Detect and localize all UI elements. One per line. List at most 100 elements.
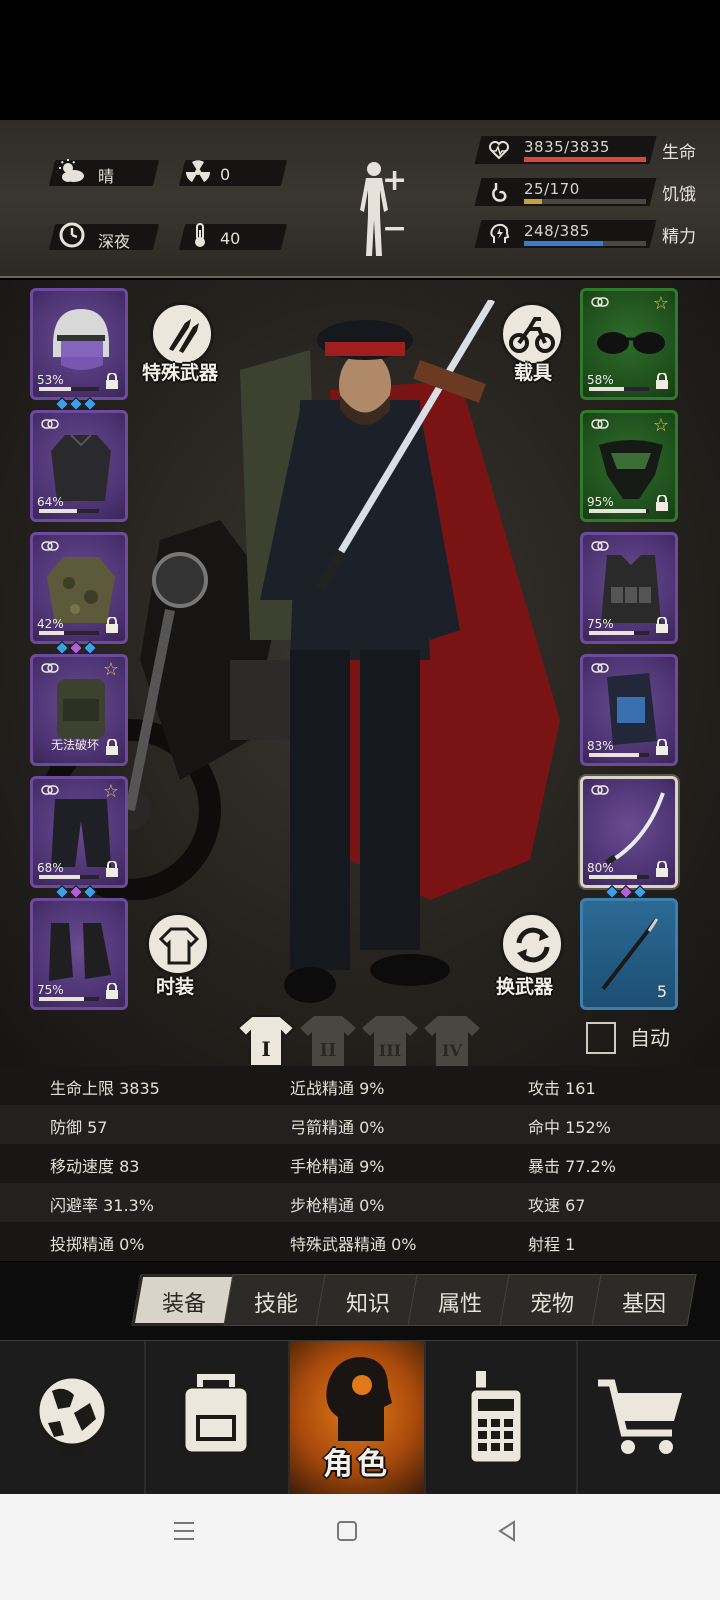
back-icon[interactable] (496, 1519, 518, 1543)
auto-label: 自动 (630, 1026, 670, 1050)
outfit-tab-4[interactable]: IV (422, 1012, 482, 1068)
face-mask-icon (599, 440, 663, 499)
stats-table: 生命上限 3835 近战精通 9% 攻击 161 防御 57 弓箭精通 0% 命… (0, 1066, 720, 1262)
star-icon: ☆ (652, 415, 669, 436)
link-icon (591, 297, 609, 307)
category-tabs: 装备 技能 知识 属性 宠物 基因 (0, 1262, 720, 1340)
vest-durability-bar (589, 631, 649, 635)
inner-shirt-durability-text: 64% (37, 495, 64, 509)
clock-icon (59, 222, 85, 248)
tab-pets-label: 宠物 (529, 1292, 574, 1317)
knee-pad-icon (607, 673, 657, 745)
inner-shirt-durability-bar (39, 509, 99, 513)
glasses-slot[interactable]: ☆ 58% (580, 288, 678, 400)
special-weapon-button[interactable] (150, 302, 214, 366)
knee-pad-slot[interactable]: 83% (580, 654, 678, 766)
outfit-tab-4-label: IV (442, 1041, 462, 1060)
home-icon[interactable] (336, 1520, 358, 1542)
hunger-bar (524, 199, 646, 204)
gem-icon (68, 396, 84, 412)
outfit-tab-3[interactable]: III (360, 1012, 420, 1068)
health-label: 生命 (662, 143, 696, 163)
backpack-slot[interactable]: ☆ 无法破坏 (30, 654, 128, 766)
nav-shop[interactable] (578, 1341, 720, 1495)
stat-cell: 攻击 161 (528, 1079, 596, 1098)
character-area: 53% 64% 42% ☆ 无法破坏 ☆ 68% 75% ☆ 58% ☆ 95%… (0, 280, 720, 1070)
table-row: 投掷精通 0% 特殊武器精通 0% 射程 1 (0, 1222, 720, 1261)
stat-cell: 步枪精通 0% (290, 1196, 385, 1215)
energy-label: 精力 (662, 227, 696, 247)
boots-durability-text: 75% (37, 983, 64, 997)
motorcycle-icon (509, 317, 555, 353)
lock-icon (656, 861, 668, 877)
table-row: 移动速度 83 手枪精通 9% 暴击 77.2% (0, 1144, 720, 1183)
health-value: 3835/3835 (524, 138, 610, 156)
boots-slot[interactable]: 75% (30, 898, 128, 1010)
tshirt-icon (159, 927, 199, 965)
gem-icon (54, 396, 70, 412)
gem-icon (82, 396, 98, 412)
time-of-day-text: 深夜 (98, 232, 131, 251)
tactical-vest-icon (601, 555, 661, 623)
heart-icon (489, 141, 509, 160)
stat-cell: 特殊武器精通 0% (290, 1235, 417, 1254)
vehicle-button[interactable] (500, 302, 564, 366)
shirt-icon (51, 434, 111, 501)
nav-backpack[interactable] (146, 1341, 288, 1495)
stat-cell: 投掷精通 0% (50, 1235, 145, 1254)
jacket-durability-text: 42% (37, 617, 64, 631)
gem-icon (632, 884, 648, 900)
health-bar (524, 157, 646, 162)
weapon-slot[interactable]: 80% (580, 776, 678, 900)
vest-slot[interactable]: 75% (580, 532, 678, 644)
boots-icon (49, 923, 111, 981)
tab-genes-label: 基因 (621, 1292, 666, 1317)
weapon-gems (604, 884, 648, 900)
stat-cell: 防御 57 (50, 1118, 108, 1137)
menu-icon[interactable] (172, 1520, 196, 1542)
jacket-slot[interactable]: 42% (30, 532, 128, 656)
jacket-gems (54, 640, 98, 656)
hunger-label: 饥饿 (662, 185, 696, 205)
minus-icon[interactable]: − (382, 214, 407, 244)
rockets-icon (169, 319, 199, 353)
plus-icon[interactable]: + (382, 166, 407, 196)
link-icon (41, 419, 59, 429)
gem-icon (68, 884, 84, 900)
helmet-slot[interactable]: 53% (30, 288, 128, 412)
auto-checkbox[interactable] (586, 1022, 616, 1054)
stat-cell: 生命上限 3835 (50, 1079, 160, 1098)
pants-slot[interactable]: ☆ 68% (30, 776, 128, 900)
mask-slot[interactable]: ☆ 95% (580, 410, 678, 522)
outfit-tab-1[interactable]: I (236, 1012, 296, 1068)
lock-icon (656, 373, 668, 389)
gem-icon (604, 884, 620, 900)
outfit-tab-2[interactable]: II (298, 1012, 358, 1068)
gem-icon (54, 884, 70, 900)
table-row: 闪避率 31.3% 步枪精通 0% 攻速 67 (0, 1183, 720, 1222)
military-backpack-icon (57, 679, 105, 739)
health-stat: 3835/3835 生命 (474, 136, 708, 166)
inner-shirt-slot[interactable]: 64% (30, 410, 128, 522)
table-row: 防御 57 弓箭精通 0% 命中 152% (0, 1105, 720, 1144)
fashion-label: 时装 (156, 976, 195, 998)
helmet-durability-bar (39, 387, 99, 391)
nav-world-map[interactable] (0, 1341, 144, 1495)
swap-weapon-button[interactable] (500, 912, 564, 976)
tab-attributes-label: 属性 (437, 1292, 482, 1317)
swap-arrows-icon (516, 927, 550, 963)
outfit-tab-3-label: III (379, 1041, 401, 1060)
nav-radio[interactable] (426, 1341, 576, 1495)
nav-character[interactable]: 角色 (290, 1341, 424, 1495)
tab-equipment-label: 装备 (161, 1292, 206, 1317)
boots-durability-bar (39, 997, 99, 1001)
fashion-button[interactable] (146, 912, 210, 976)
head-lightning-icon (490, 223, 510, 243)
throwable-slot[interactable]: 5 (580, 898, 678, 1010)
shopping-cart-icon (598, 1379, 682, 1454)
link-icon (41, 785, 59, 795)
mask-durability-text: 95% (587, 495, 614, 509)
helmet-durability-text: 53% (37, 373, 64, 387)
temperature-value: 40 (220, 229, 241, 248)
swap-weapon-label: 换武器 (496, 976, 554, 998)
